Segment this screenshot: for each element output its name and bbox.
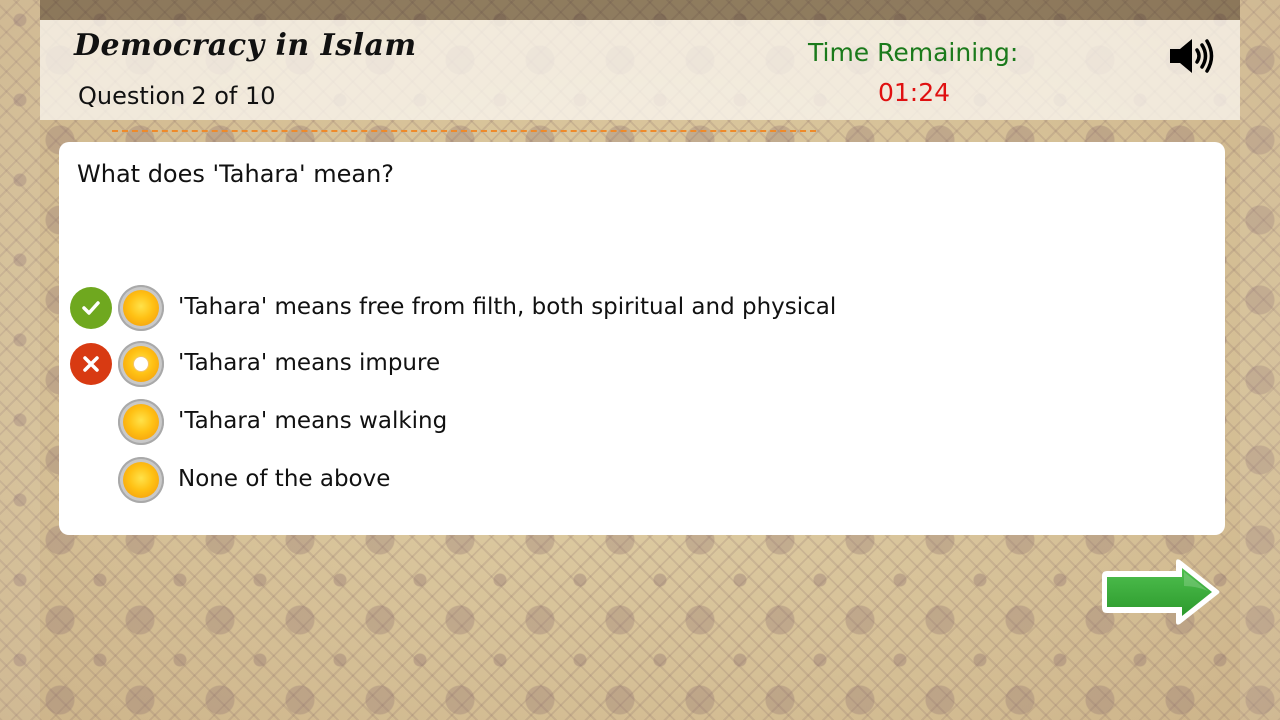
answer-option-2[interactable]: 'Tahara' means impure <box>59 338 1159 390</box>
option-radio-4[interactable] <box>118 457 164 503</box>
header-panel: Democracy in Islam Question 2 of 10 Time … <box>40 20 1240 120</box>
answer-option-3[interactable]: 'Tahara' means walking <box>59 396 1159 448</box>
option-label: 'Tahara' means impure <box>178 350 441 376</box>
question-text: What does 'Tahara' mean? <box>77 160 395 188</box>
option-radio-1[interactable] <box>118 285 164 331</box>
question-card: What does 'Tahara' mean? 'Tahara' means … <box>59 142 1225 535</box>
time-remaining-value: 01:24 <box>878 78 951 107</box>
question-label: Question <box>78 82 186 110</box>
option-radio-2-selected[interactable] <box>118 341 164 387</box>
app-title: Democracy in Islam <box>74 28 417 63</box>
option-label: 'Tahara' means walking <box>178 408 448 434</box>
option-radio-3[interactable] <box>118 399 164 445</box>
question-progress: 2 of 10 <box>191 82 276 110</box>
option-label: 'Tahara' means free from filth, both spi… <box>178 294 837 320</box>
correct-check-icon <box>70 287 112 329</box>
answer-option-4[interactable]: None of the above <box>59 454 1159 506</box>
top-bar <box>40 0 1240 20</box>
next-question-button[interactable] <box>1096 556 1224 628</box>
speaker-volume-icon <box>1170 39 1214 73</box>
sound-toggle-button[interactable] <box>1168 36 1216 76</box>
background-left-strip <box>0 0 40 720</box>
option-label: None of the above <box>178 466 391 492</box>
background-right-strip <box>1240 0 1280 720</box>
arrow-right-icon <box>1102 559 1220 625</box>
header-divider <box>112 130 816 132</box>
time-remaining-label: Time Remaining: <box>808 38 1019 67</box>
question-counter: Question 2 of 10 <box>78 82 276 110</box>
wrong-x-icon <box>70 343 112 385</box>
answer-option-1[interactable]: 'Tahara' means free from filth, both spi… <box>59 282 1159 334</box>
